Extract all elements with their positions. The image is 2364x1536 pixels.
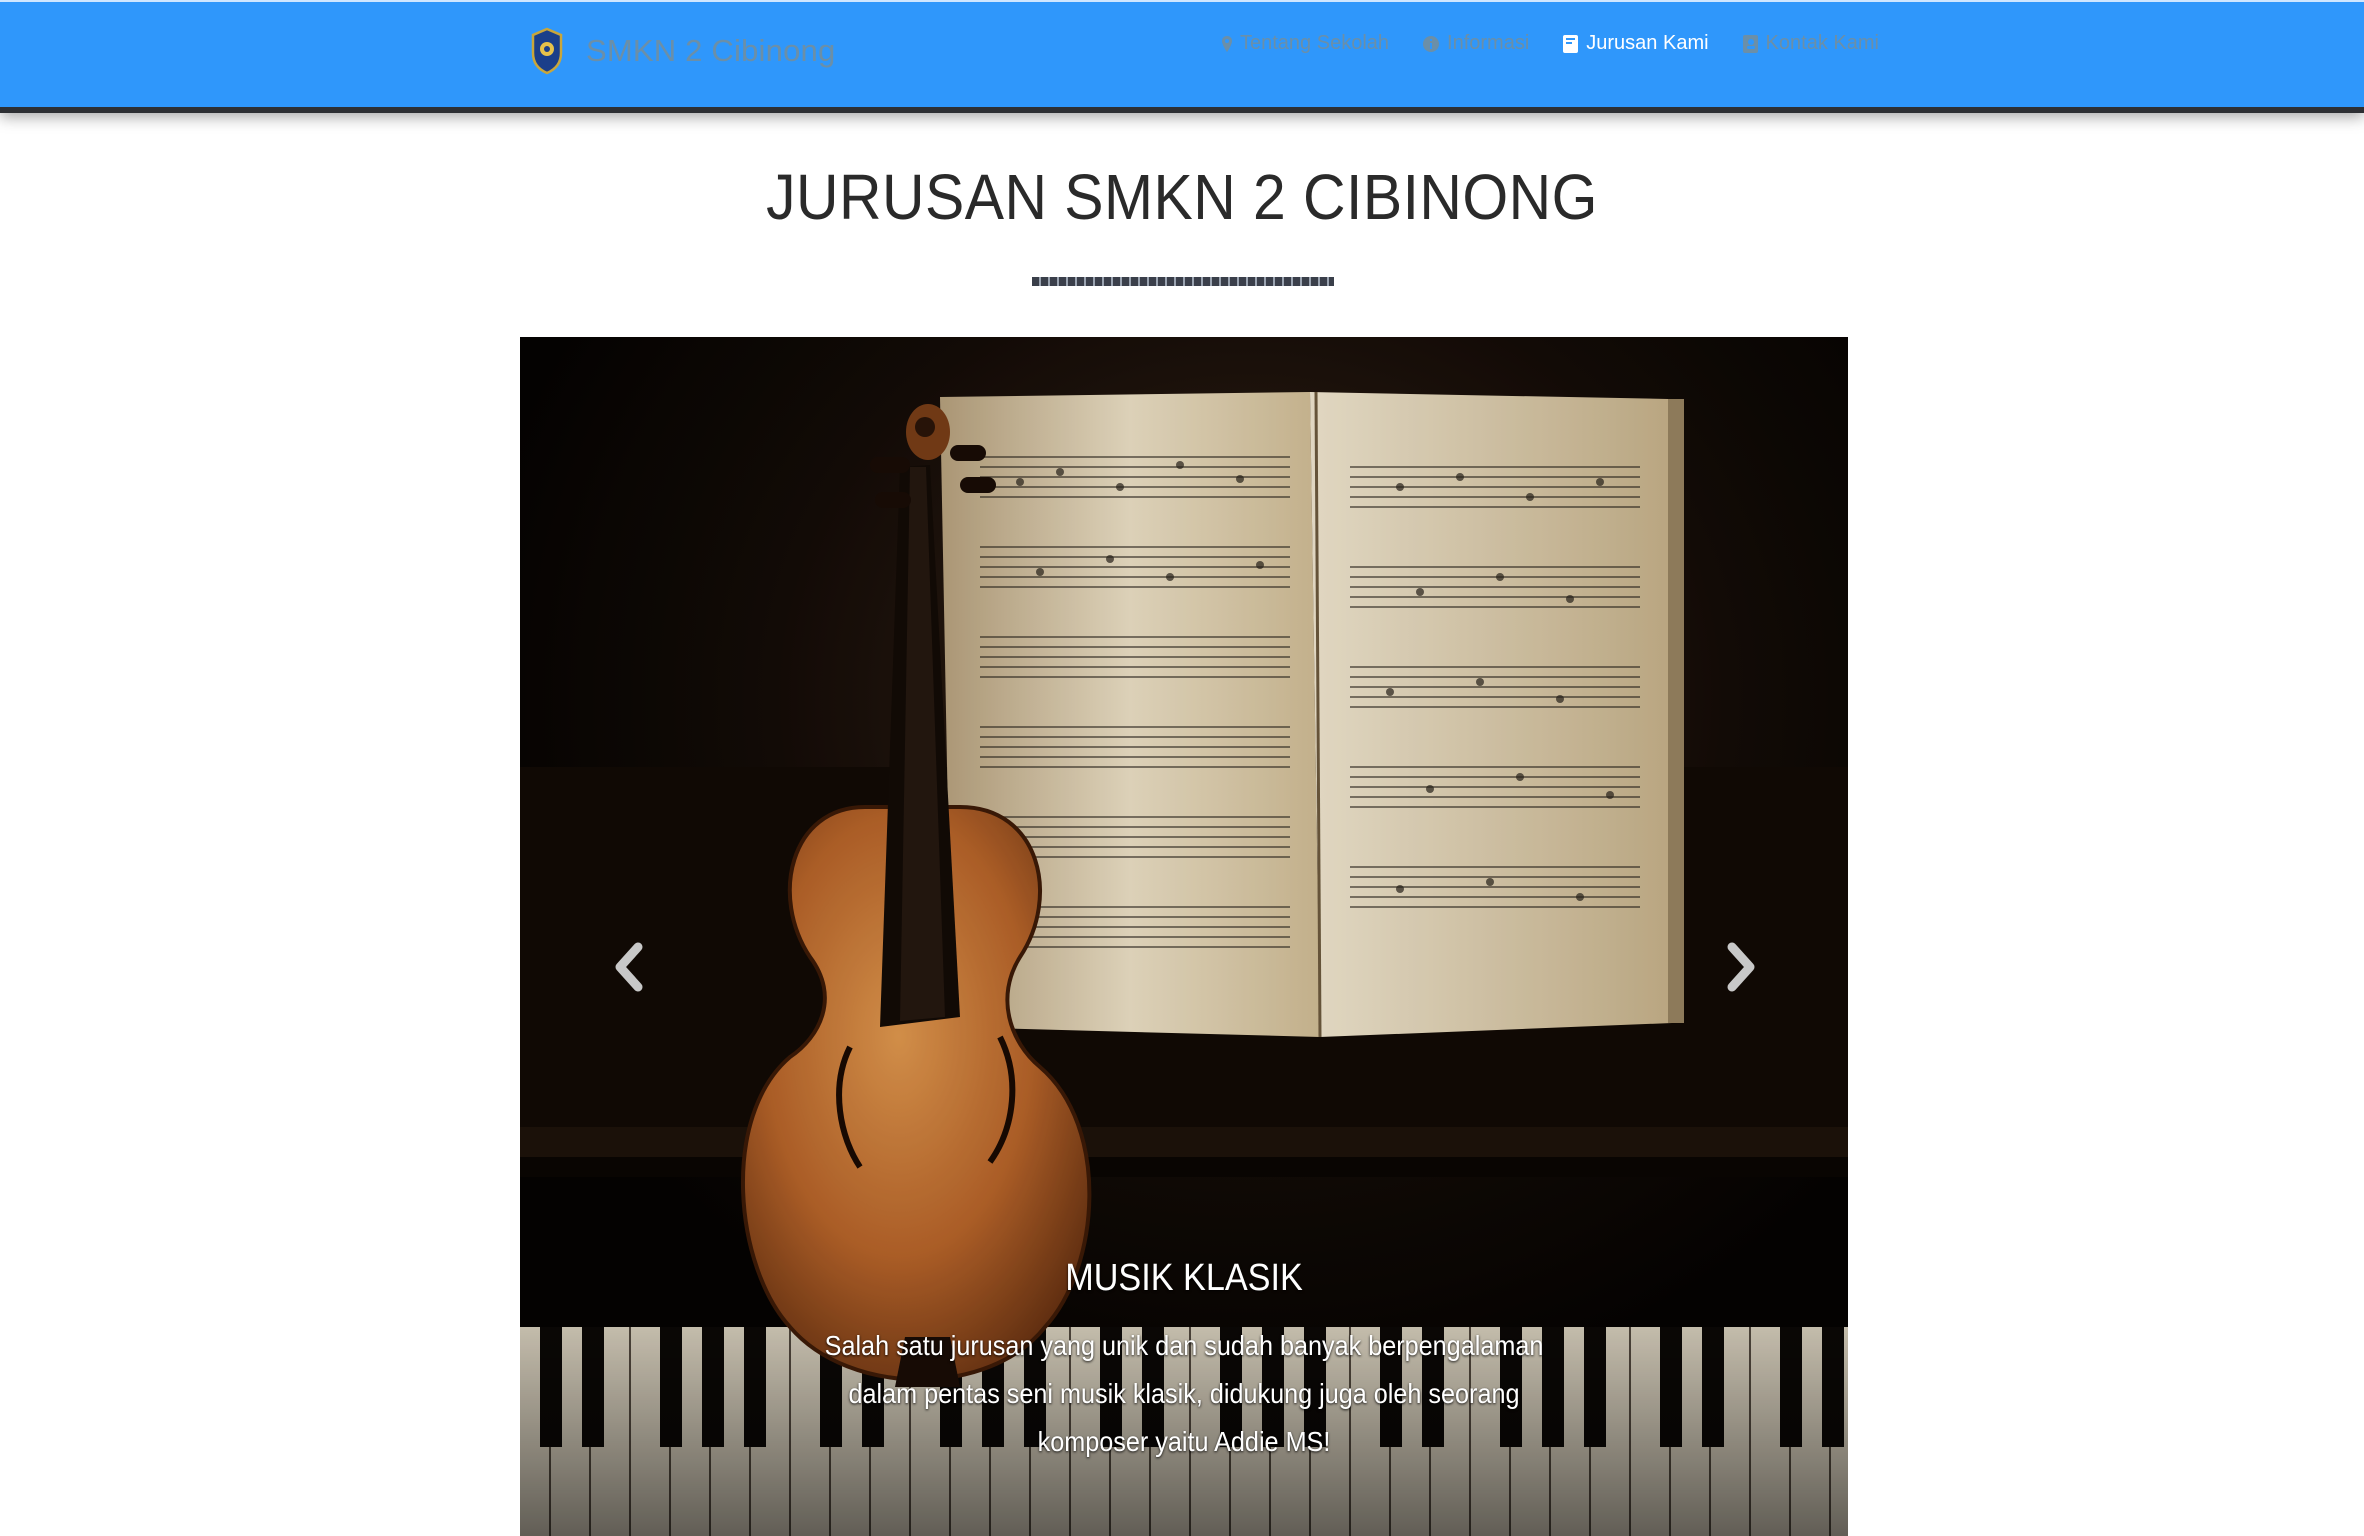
nav-item-label: Jurusan Kami xyxy=(1586,32,1709,54)
book-icon xyxy=(1563,34,1579,53)
slide-description: Salah satu jurusan yang unik dan sudah b… xyxy=(824,1330,1544,1457)
phone-book-icon xyxy=(1742,34,1758,53)
nav-item-label: Kontak Kami xyxy=(1765,32,1879,54)
info-circle-icon xyxy=(1423,35,1440,52)
carousel-prev-button[interactable] xyxy=(600,927,660,1007)
brand-name: SMKN 2 Cibinong xyxy=(586,33,836,68)
nav-item-label: Informasi xyxy=(1447,32,1530,54)
nav-item-tentang-sekolah[interactable]: Tentang Sekolah xyxy=(1222,32,1389,55)
title-divider xyxy=(1032,277,1334,286)
carousel-caption: MUSIK KLASIK Salah satu jurusan yang uni… xyxy=(770,1257,1598,1466)
nav-item-kontak-kami[interactable]: Kontak Kami xyxy=(1742,32,1879,55)
nav-item-informasi[interactable]: Informasi xyxy=(1423,32,1529,55)
slide-title: MUSIK KLASIK xyxy=(1065,1257,1303,1299)
page-title: JURUSAN SMKN 2 CIBINONG xyxy=(766,161,1598,233)
nav-item-label: Tentang Sekolah xyxy=(1240,32,1390,54)
map-marker-icon xyxy=(1222,35,1232,52)
chevron-right-icon xyxy=(1727,942,1755,992)
carousel: MUSIK KLASIK Salah satu jurusan yang uni… xyxy=(520,337,1848,1536)
nav-item-jurusan-kami[interactable]: Jurusan Kami xyxy=(1563,32,1709,55)
nav-menu: Tentang Sekolah Informasi Jurusan Kami K… xyxy=(1222,32,1879,55)
school-crest-icon xyxy=(531,27,563,75)
chevron-left-icon xyxy=(615,942,643,992)
navbar: SMKN 2 Cibinong Tentang Sekolah Informas… xyxy=(0,0,2364,107)
carousel-next-button[interactable] xyxy=(1710,927,1770,1007)
brand-link[interactable]: SMKN 2 Cibinong xyxy=(530,24,835,78)
